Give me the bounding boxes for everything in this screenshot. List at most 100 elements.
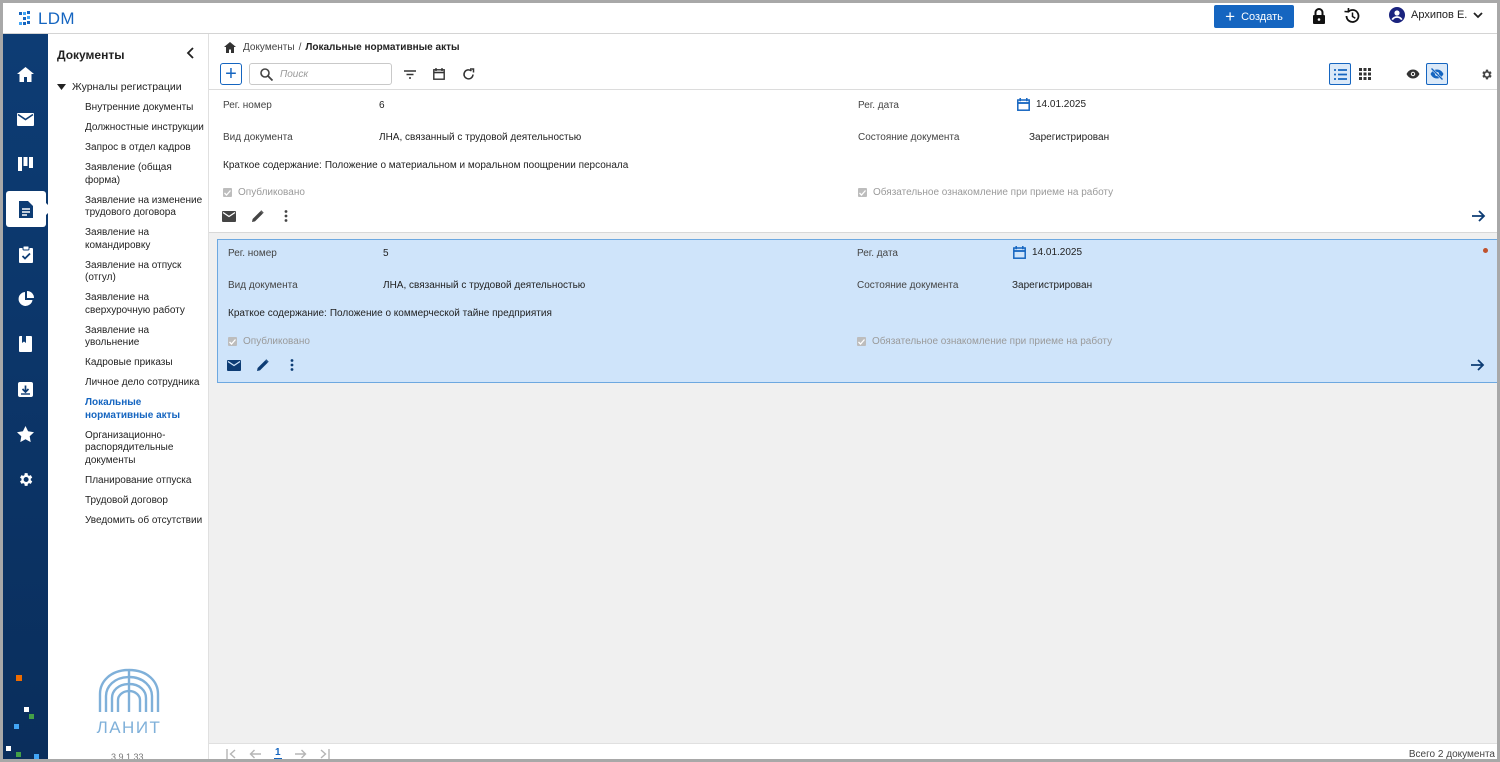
user-menu[interactable]: Архипов Е. <box>1389 7 1483 23</box>
add-document-button[interactable]: + <box>220 63 242 85</box>
summary-value: Положение о коммерческой тайне предприят… <box>329 308 552 319</box>
breadcrumb-separator: / <box>298 42 302 53</box>
sidebar-item-overtime-application[interactable]: Заявление на сверхурочную работу <box>85 292 205 317</box>
reg-date-text: 14.01.2025 <box>1032 247 1083 258</box>
tree-root-label: Журналы регистрации <box>72 81 182 93</box>
open-document-arrow-icon[interactable] <box>1471 208 1487 224</box>
calendar-icon <box>1013 246 1026 259</box>
document-card-selected[interactable]: Рег. номер 5 Рег. дата 14.01.2025 Вид до… <box>217 239 1497 383</box>
prev-page-icon[interactable] <box>249 749 261 759</box>
sidebar-item-dismissal-application[interactable]: Заявление на увольнение <box>85 325 205 350</box>
search-input[interactable]: Поиск <box>249 63 392 85</box>
decor-square <box>29 714 34 719</box>
nav-documents[interactable] <box>6 191 52 227</box>
nav-board[interactable] <box>3 146 48 182</box>
send-mail-icon[interactable] <box>226 357 242 373</box>
mandatory-checkbox: Обязательное ознакомление при приеме на … <box>858 187 1113 198</box>
mandatory-label: Обязательное ознакомление при приеме на … <box>873 187 1114 198</box>
send-mail-icon[interactable] <box>221 208 237 224</box>
sidebar-item-internal-documents[interactable]: Внутренние документы <box>85 102 205 115</box>
plus-icon: + <box>1225 7 1236 26</box>
decor-square <box>34 754 39 759</box>
sidebar-item-business-trip-application[interactable]: Заявление на командировку <box>85 227 205 252</box>
sidebar-item-hr-orders[interactable]: Кадровые приказы <box>85 357 205 370</box>
next-page-icon[interactable] <box>294 749 307 759</box>
nav-favorites[interactable] <box>3 416 48 452</box>
sidebar-item-hr-request[interactable]: Запрос в отдел кадров <box>85 142 205 155</box>
sidebar-item-job-instructions[interactable]: Должностные инструкции <box>85 122 205 135</box>
edit-pencil-icon[interactable] <box>255 357 271 373</box>
main-header: Документы / Локальные нормативные акты +… <box>209 34 1497 90</box>
doc-type-label: Вид документа <box>228 280 298 291</box>
star-icon <box>17 426 34 442</box>
nav-reports[interactable] <box>3 281 48 317</box>
sidebar-item-vacation-planning[interactable]: Планирование отпуска <box>85 475 205 488</box>
collapse-sidebar-icon[interactable] <box>185 47 197 62</box>
calendar-icon <box>1017 98 1030 111</box>
history-icon[interactable] <box>1343 7 1361 25</box>
settings-gear-icon[interactable] <box>1477 65 1495 83</box>
sidebar-item-administrative-documents[interactable]: Организационно-распорядительные документ… <box>85 430 205 468</box>
sidebar-item-contract-change-application[interactable]: Заявление на изменение трудового договор… <box>85 195 205 220</box>
reg-number-value: 6 <box>379 100 385 111</box>
tree-root-registration-journals[interactable]: Журналы регистрации <box>57 81 182 93</box>
nav-home[interactable] <box>3 56 48 92</box>
chevron-down-icon <box>1473 11 1483 18</box>
last-page-icon[interactable] <box>320 748 330 759</box>
nav-tasks[interactable] <box>3 236 48 272</box>
lanit-logo: ЛАНИТ <box>96 664 162 738</box>
more-vertical-icon[interactable] <box>284 357 300 373</box>
sidebar-item-absence-notice[interactable]: Уведомить об отсутствии <box>85 515 205 528</box>
book-icon <box>19 336 32 352</box>
filter-icon[interactable] <box>401 65 419 83</box>
pie-chart-icon <box>18 291 34 306</box>
published-checkbox: Опубликовано <box>223 187 305 198</box>
doc-state-label: Состояние документа <box>857 280 959 291</box>
nav-book[interactable] <box>3 326 48 362</box>
home-icon[interactable] <box>224 42 236 53</box>
sidebar-item-local-regulations[interactable]: Локальные нормативные акты <box>85 397 205 422</box>
doc-type-label: Вид документа <box>223 132 293 143</box>
refresh-icon[interactable] <box>459 65 477 83</box>
doc-type-value: ЛНА, связанный с трудовой деятельностью <box>383 280 586 291</box>
pager: 1 <box>226 747 330 759</box>
more-vertical-icon[interactable] <box>278 208 294 224</box>
current-page[interactable]: 1 <box>274 747 282 759</box>
sidebar-item-vacation-application[interactable]: Заявление на отпуск (отгул) <box>85 260 205 285</box>
sidebar-item-employment-contract[interactable]: Трудовой договор <box>85 495 205 508</box>
nav-settings[interactable] <box>3 461 48 497</box>
sidebar-item-general-application[interactable]: Заявление (общая форма) <box>85 162 205 187</box>
top-bar: LDM + Создать Архипов Е. <box>3 3 1497 34</box>
reg-number-value: 5 <box>383 248 389 259</box>
decor-square <box>16 675 22 681</box>
decor-square <box>16 752 21 757</box>
archive-download-icon <box>18 381 33 397</box>
show-preview-toggle[interactable] <box>1404 65 1422 83</box>
breadcrumb: Документы / Локальные нормативные акты <box>224 42 460 53</box>
open-document-arrow-icon[interactable] <box>1470 357 1486 373</box>
create-button[interactable]: + Создать <box>1214 5 1294 28</box>
grid-view-toggle[interactable] <box>1356 65 1374 83</box>
lanit-logo-icon <box>98 668 160 712</box>
edit-pencil-icon[interactable] <box>250 208 266 224</box>
nav-archive[interactable] <box>3 371 48 407</box>
app-version: 3.9.1.33 <box>111 752 144 762</box>
app-logo[interactable]: LDM <box>19 9 75 29</box>
caret-down-icon <box>57 84 66 90</box>
list-view-toggle[interactable] <box>1329 63 1351 85</box>
first-page-icon[interactable] <box>226 748 236 759</box>
document-card[interactable]: Рег. номер 6 Рег. дата 14.01.2025 Вид до… <box>209 90 1497 233</box>
search-placeholder: Поиск <box>280 68 309 80</box>
sidebar-item-employee-file[interactable]: Личное дело сотрудника <box>85 377 205 390</box>
summary-row: Краткое содержание: Положение о коммерче… <box>228 308 552 319</box>
lock-icon[interactable] <box>1310 7 1328 25</box>
lanit-brand-text: ЛАНИТ <box>96 718 162 737</box>
clipboard-check-icon <box>18 245 33 263</box>
ldm-logo-icon <box>19 11 33 27</box>
nav-mail[interactable] <box>3 101 48 137</box>
breadcrumb-root[interactable]: Документы <box>243 42 295 53</box>
pagination-bar: 1 Всего 2 документа <box>209 743 1497 759</box>
calendar-icon[interactable] <box>430 65 448 83</box>
reg-date-label: Рег. дата <box>858 100 899 111</box>
hide-preview-toggle[interactable] <box>1426 63 1448 85</box>
